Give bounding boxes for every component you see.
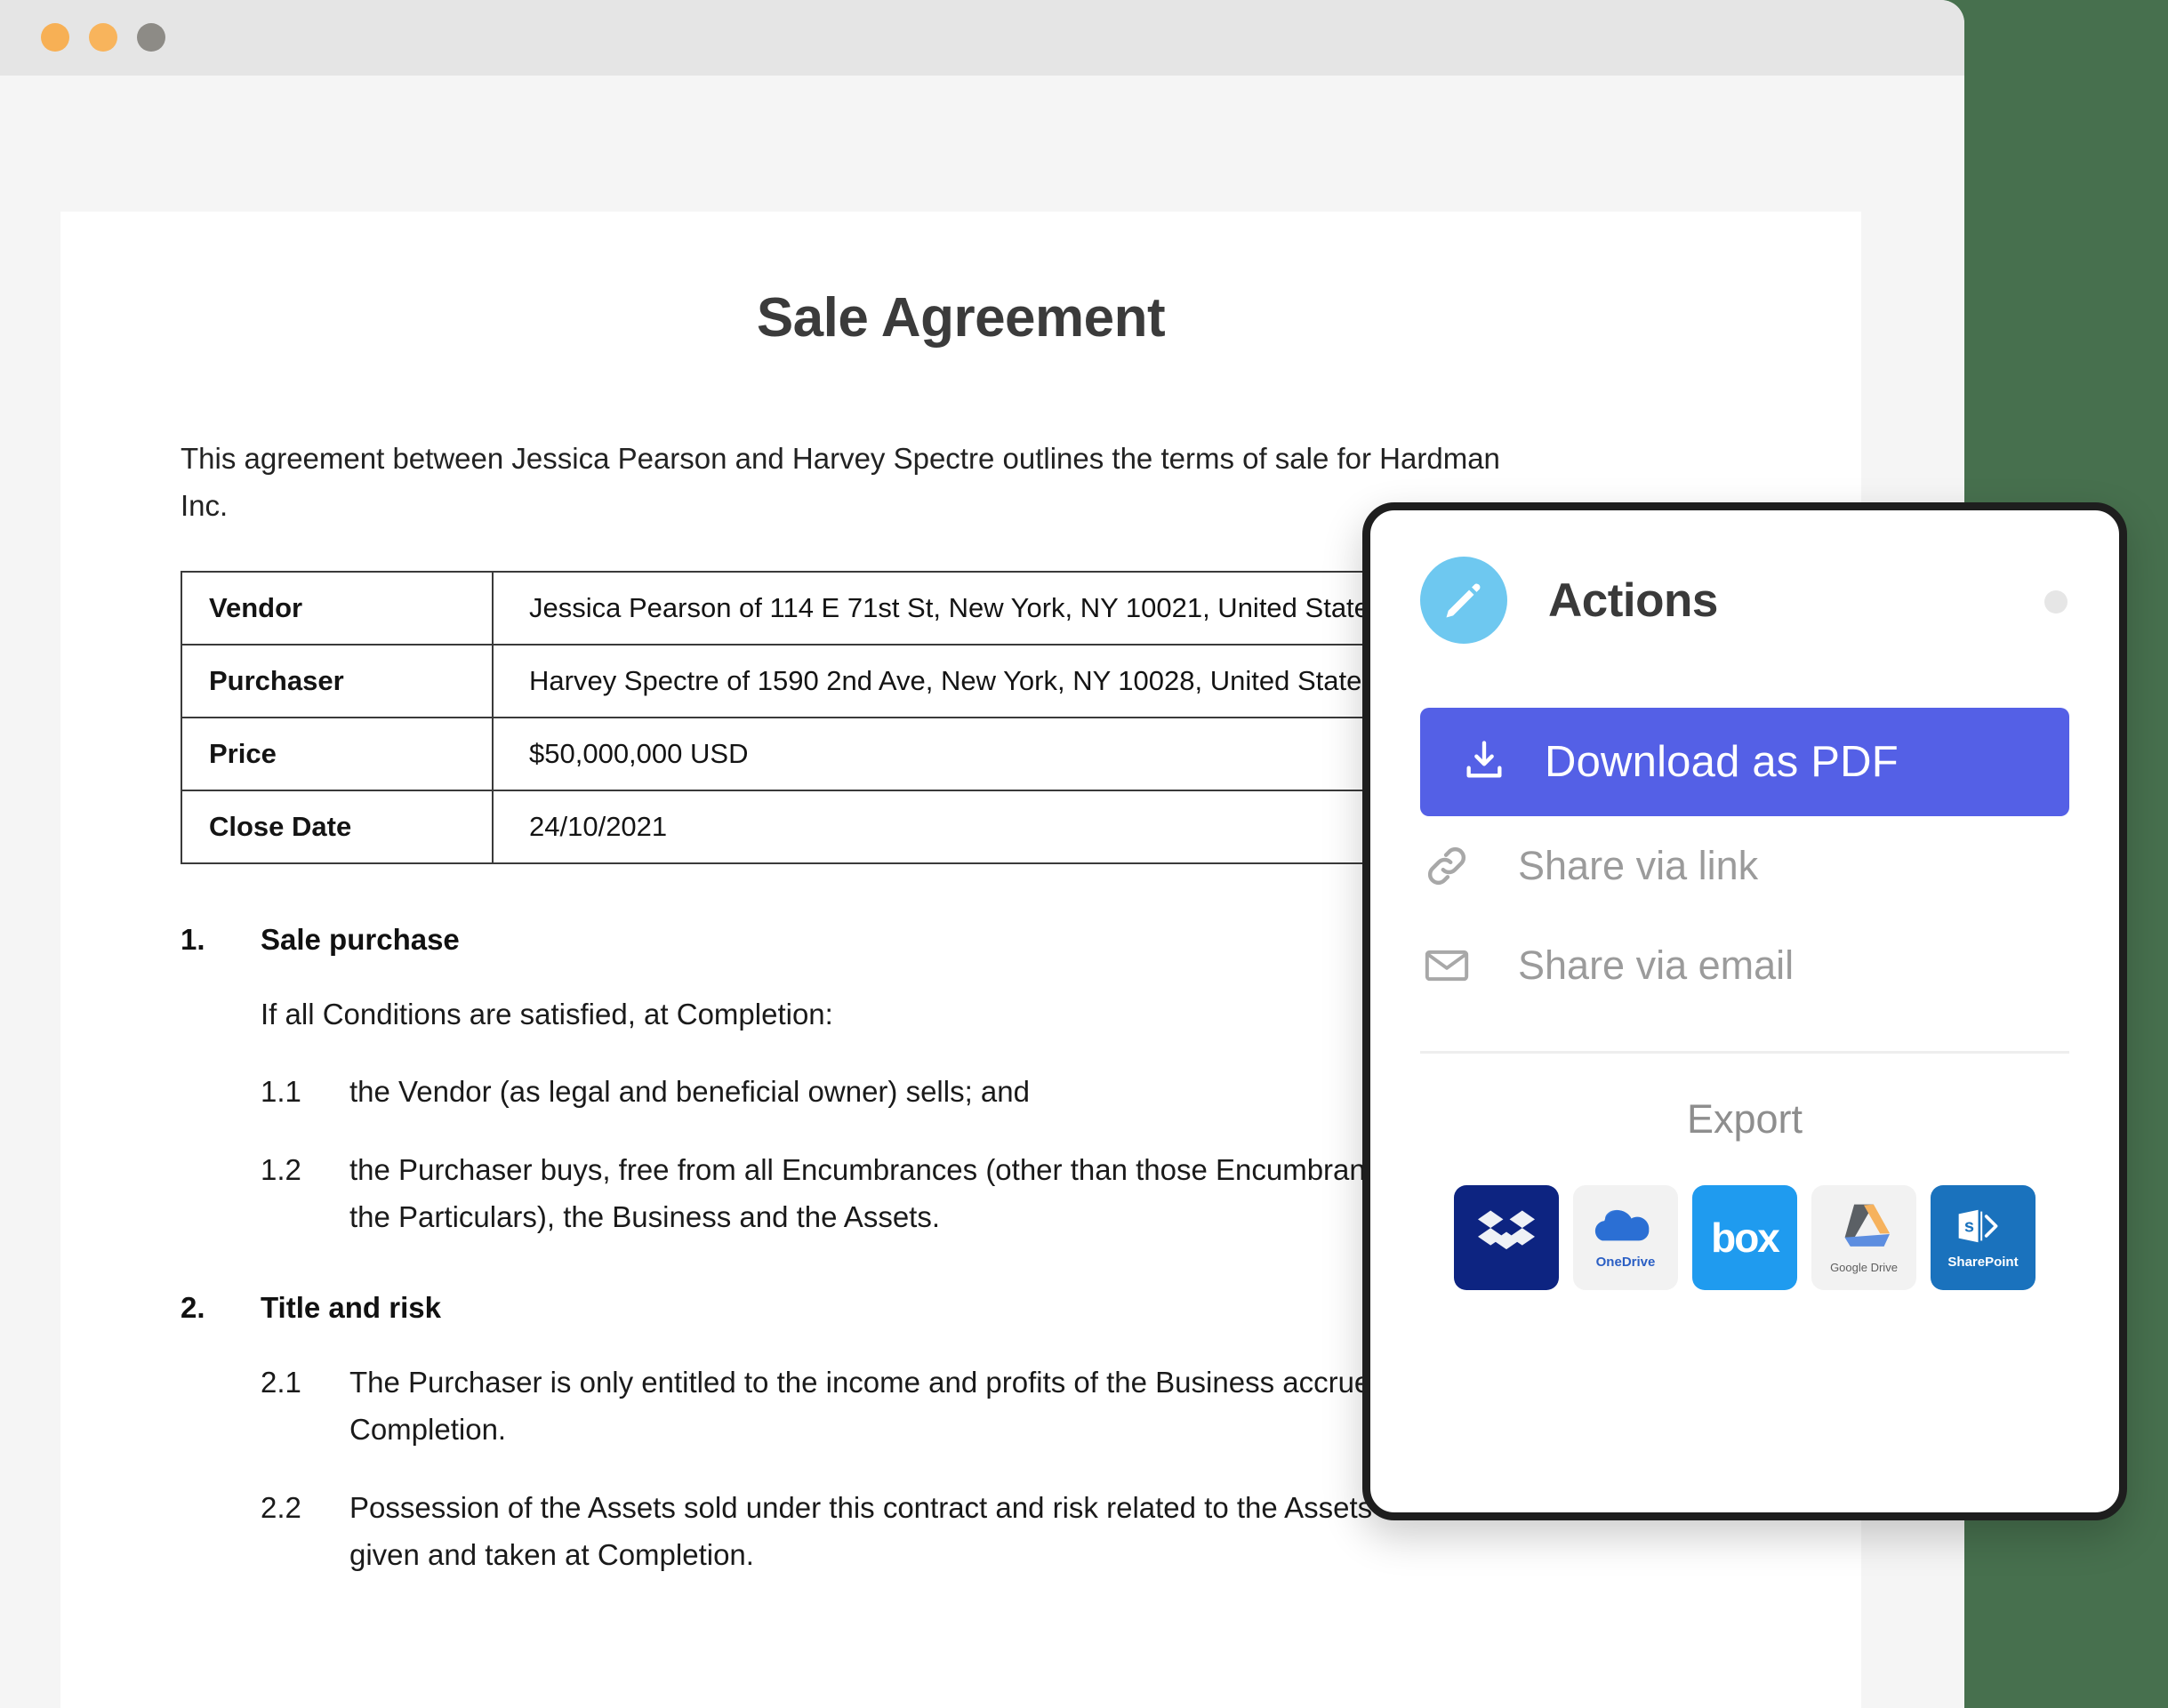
- subclause-number: 1.2: [261, 1152, 301, 1186]
- document-title: Sale Agreement: [756, 287, 1166, 349]
- maximize-dot-icon[interactable]: [137, 23, 165, 52]
- envelope-icon: [1420, 941, 1473, 990]
- actions-panel: Actions Download as PDF Share via link S…: [1362, 502, 2127, 1520]
- actions-panel-title: Actions: [1548, 573, 1718, 627]
- subclause-number: 2.1: [261, 1365, 301, 1399]
- sharepoint-caption: SharePoint: [1947, 1255, 2019, 1270]
- table-cell-key: Price: [181, 716, 494, 791]
- download-icon: [1461, 737, 1507, 788]
- table-row: Vendor Jessica Pearson of 114 E 71st St,…: [181, 570, 1550, 646]
- minimize-dot-icon[interactable]: [89, 23, 117, 52]
- export-target-onedrive[interactable]: OneDrive: [1573, 1185, 1678, 1290]
- dropbox-icon: [1473, 1207, 1539, 1269]
- share-via-link-label: Share via link: [1518, 843, 1759, 888]
- panel-divider: [1420, 1051, 2069, 1054]
- table-cell-key: Close Date: [181, 789, 494, 864]
- browser-titlebar: [0, 0, 1964, 76]
- actions-panel-header: Actions: [1370, 510, 2119, 644]
- clause-number: 1.: [181, 922, 205, 956]
- agreement-details-table: Vendor Jessica Pearson of 114 E 71st St,…: [181, 570, 1550, 864]
- clause-body-1: If all Conditions are satisfied, at Comp…: [261, 997, 833, 1030]
- export-target-google-drive[interactable]: Google Drive: [1811, 1185, 1916, 1290]
- google-drive-caption: Google Drive: [1830, 1261, 1898, 1274]
- svg-text:s: s: [1964, 1216, 1974, 1236]
- status-dot-icon: [2044, 590, 2068, 613]
- document-intro-paragraph: This agreement between Jessica Pearson a…: [181, 442, 1500, 523]
- table-row: Price $50,000,000 USD: [181, 716, 1550, 791]
- sharepoint-icon: s: [1955, 1206, 2011, 1251]
- box-caption: box: [1711, 1215, 1780, 1261]
- download-as-pdf-button[interactable]: Download as PDF: [1420, 708, 2069, 816]
- export-target-box[interactable]: box: [1692, 1185, 1797, 1290]
- clause-title: Title and risk: [261, 1290, 441, 1324]
- table-cell-key: Purchaser: [181, 643, 494, 718]
- export-target-sharepoint[interactable]: s SharePoint: [1931, 1185, 2036, 1290]
- download-button-label: Download as PDF: [1545, 738, 1899, 786]
- table-row: Purchaser Harvey Spectre of 1590 2nd Ave…: [181, 643, 1550, 718]
- close-dot-icon[interactable]: [41, 23, 69, 52]
- link-icon: [1420, 841, 1473, 891]
- clause-title: Sale purchase: [261, 922, 460, 956]
- share-via-link-option[interactable]: Share via link: [1420, 816, 2069, 916]
- table-cell-key: Vendor: [181, 570, 494, 646]
- export-section-label: Export: [1686, 1096, 1803, 1142]
- onedrive-icon: [1593, 1206, 1658, 1251]
- export-target-dropbox[interactable]: [1454, 1185, 1559, 1290]
- onedrive-caption: OneDrive: [1595, 1255, 1656, 1270]
- subclause-number: 2.2: [261, 1490, 301, 1524]
- share-via-email-label: Share via email: [1518, 942, 1795, 988]
- pencil-icon: [1420, 557, 1507, 644]
- google-drive-icon: [1835, 1201, 1893, 1257]
- traffic-lights: [41, 23, 165, 52]
- subclause-number: 1.1: [261, 1075, 301, 1109]
- table-row: Close Date 24/10/2021: [181, 789, 1550, 864]
- export-targets-row: OneDrive box Google Drive s SharePoint: [1370, 1185, 2119, 1290]
- share-via-email-option[interactable]: Share via email: [1420, 916, 2069, 1015]
- clause-number: 2.: [181, 1290, 205, 1324]
